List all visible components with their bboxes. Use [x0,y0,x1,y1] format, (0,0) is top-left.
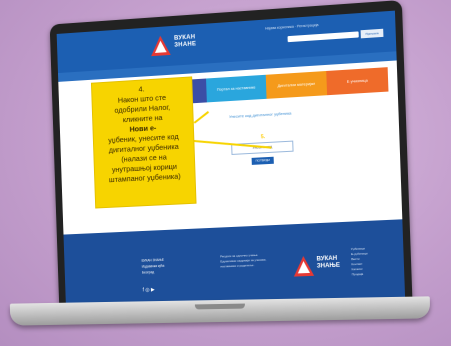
footer-column-1: ВУКАН ЗНАЊЕ Издавачка кућа Београд [142,257,165,276]
footer-logo-icon [293,255,315,277]
nav-item[interactable]: Почетна [58,80,77,90]
footer-column-2: Ресурси за одлично учење. Едукативни сад… [220,252,267,269]
laptop-lid: ВУКАН ЗНАНЕ Најава корисника · Регистрац… [49,0,413,319]
footer-column-4: Уџбеници Е-уџбеници Вести Контакт Катало… [351,246,369,277]
footer-text: Београд [141,270,154,275]
logo-line-2: ЗНАНЕ [174,41,197,49]
instruction-text: Унесите код дигиталног уџбеника [228,110,292,120]
tile-teachers[interactable]: Портал за наставнике [206,74,267,103]
footer-link[interactable]: Продаја [352,272,369,278]
footer-logo-line-1: ВУКАН [316,255,338,263]
instruction-callout: 4. Након што сте одобрили Налог, кликнит… [90,76,197,209]
search-button[interactable]: Претрага [360,28,384,39]
footer-logo-text: ВУКАН ЗНАЊЕ [316,256,340,271]
laptop-notch [194,303,245,310]
logo-icon [150,35,171,57]
tile-classroom[interactable]: Е-учионица [326,67,389,96]
header-links[interactable]: Најава корисника · Регистрација [265,23,319,31]
tile-digital[interactable]: Дигитални материјал [265,70,328,99]
laptop-screen: ВУКАН ЗНАНЕ Најава корисника · Регистрац… [56,10,406,310]
social-icons[interactable]: f ◎ ▶ [143,287,155,293]
search-input[interactable] [287,31,359,43]
logo-text: ВУКАН ЗНАНЕ [174,34,196,49]
confirm-button[interactable]: ПОТВРДИ [251,156,274,165]
step-number: 5. [260,134,266,141]
footer-logo-line-2: ЗНАЊЕ [316,262,341,270]
